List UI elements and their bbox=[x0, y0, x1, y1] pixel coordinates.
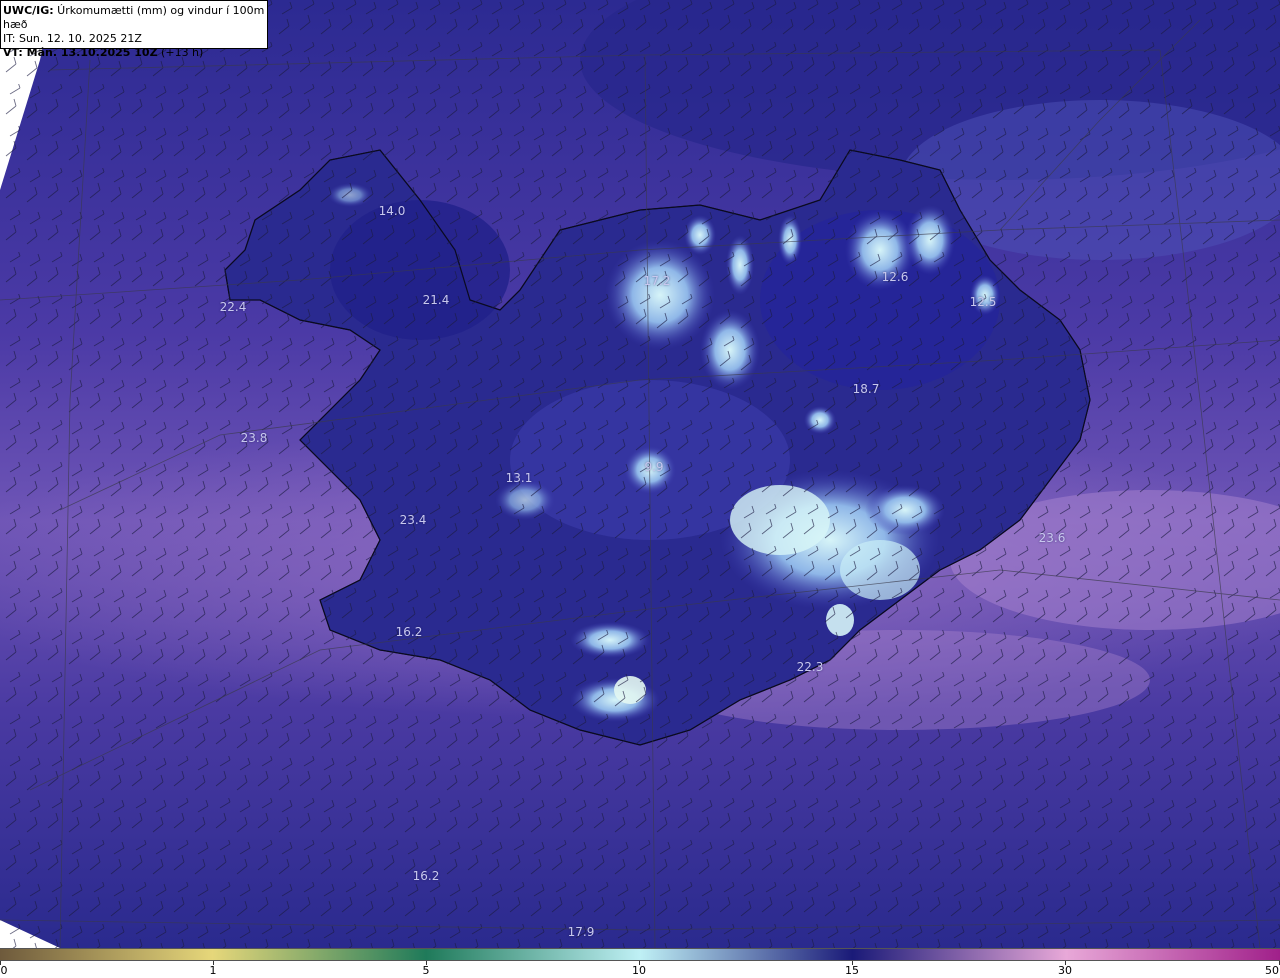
value-label: 22.3 bbox=[796, 660, 824, 674]
colorbar-gradient bbox=[0, 948, 1280, 961]
value-label: 13.1 bbox=[505, 471, 533, 485]
value-label: 23.6 bbox=[1038, 531, 1066, 545]
colorbar-label: 50 bbox=[1265, 964, 1279, 977]
colorbar-label: 30 bbox=[1058, 964, 1072, 977]
map-title: UWC/IG: Úrkomumætti (mm) og vindur í 100… bbox=[3, 4, 265, 31]
value-label: 22.4 bbox=[219, 300, 247, 314]
init-time: IT: Sun. 12. 10. 2025 21Z bbox=[3, 32, 142, 45]
colorbar-label: 15 bbox=[845, 964, 859, 977]
value-label: 21.4 bbox=[422, 293, 450, 307]
value-label: 12.5 bbox=[969, 295, 997, 309]
value-label: 9.9 bbox=[644, 460, 664, 474]
value-label: 16.2 bbox=[395, 625, 423, 639]
colorbar-label: 10 bbox=[632, 964, 646, 977]
colorbar-label: 1 bbox=[209, 964, 217, 977]
precipitation-map: UWC/IG: Úrkomumætti (mm) og vindur í 100… bbox=[0, 0, 1280, 948]
colorbar-label: 0 bbox=[0, 964, 8, 977]
valid-time: VT: Mán. 13.10.2025 10Z (+13 h) bbox=[3, 46, 204, 59]
value-label: 18.7 bbox=[852, 382, 880, 396]
value-label: 14.0 bbox=[378, 204, 406, 218]
value-label: 17.9 bbox=[567, 925, 595, 939]
colorbar-label: 5 bbox=[422, 964, 430, 977]
map-canvas bbox=[0, 0, 1280, 948]
value-label: 23.4 bbox=[399, 513, 427, 527]
map-info-box: UWC/IG: Úrkomumætti (mm) og vindur í 100… bbox=[0, 0, 268, 59]
value-label: 16.2 bbox=[412, 869, 440, 883]
value-label: 23.8 bbox=[240, 431, 268, 445]
value-label: 12.6 bbox=[881, 270, 909, 284]
value-label: 17.2 bbox=[643, 274, 671, 288]
colorbar-legend: 0 1 5 10 15 30 50 bbox=[0, 948, 1280, 978]
